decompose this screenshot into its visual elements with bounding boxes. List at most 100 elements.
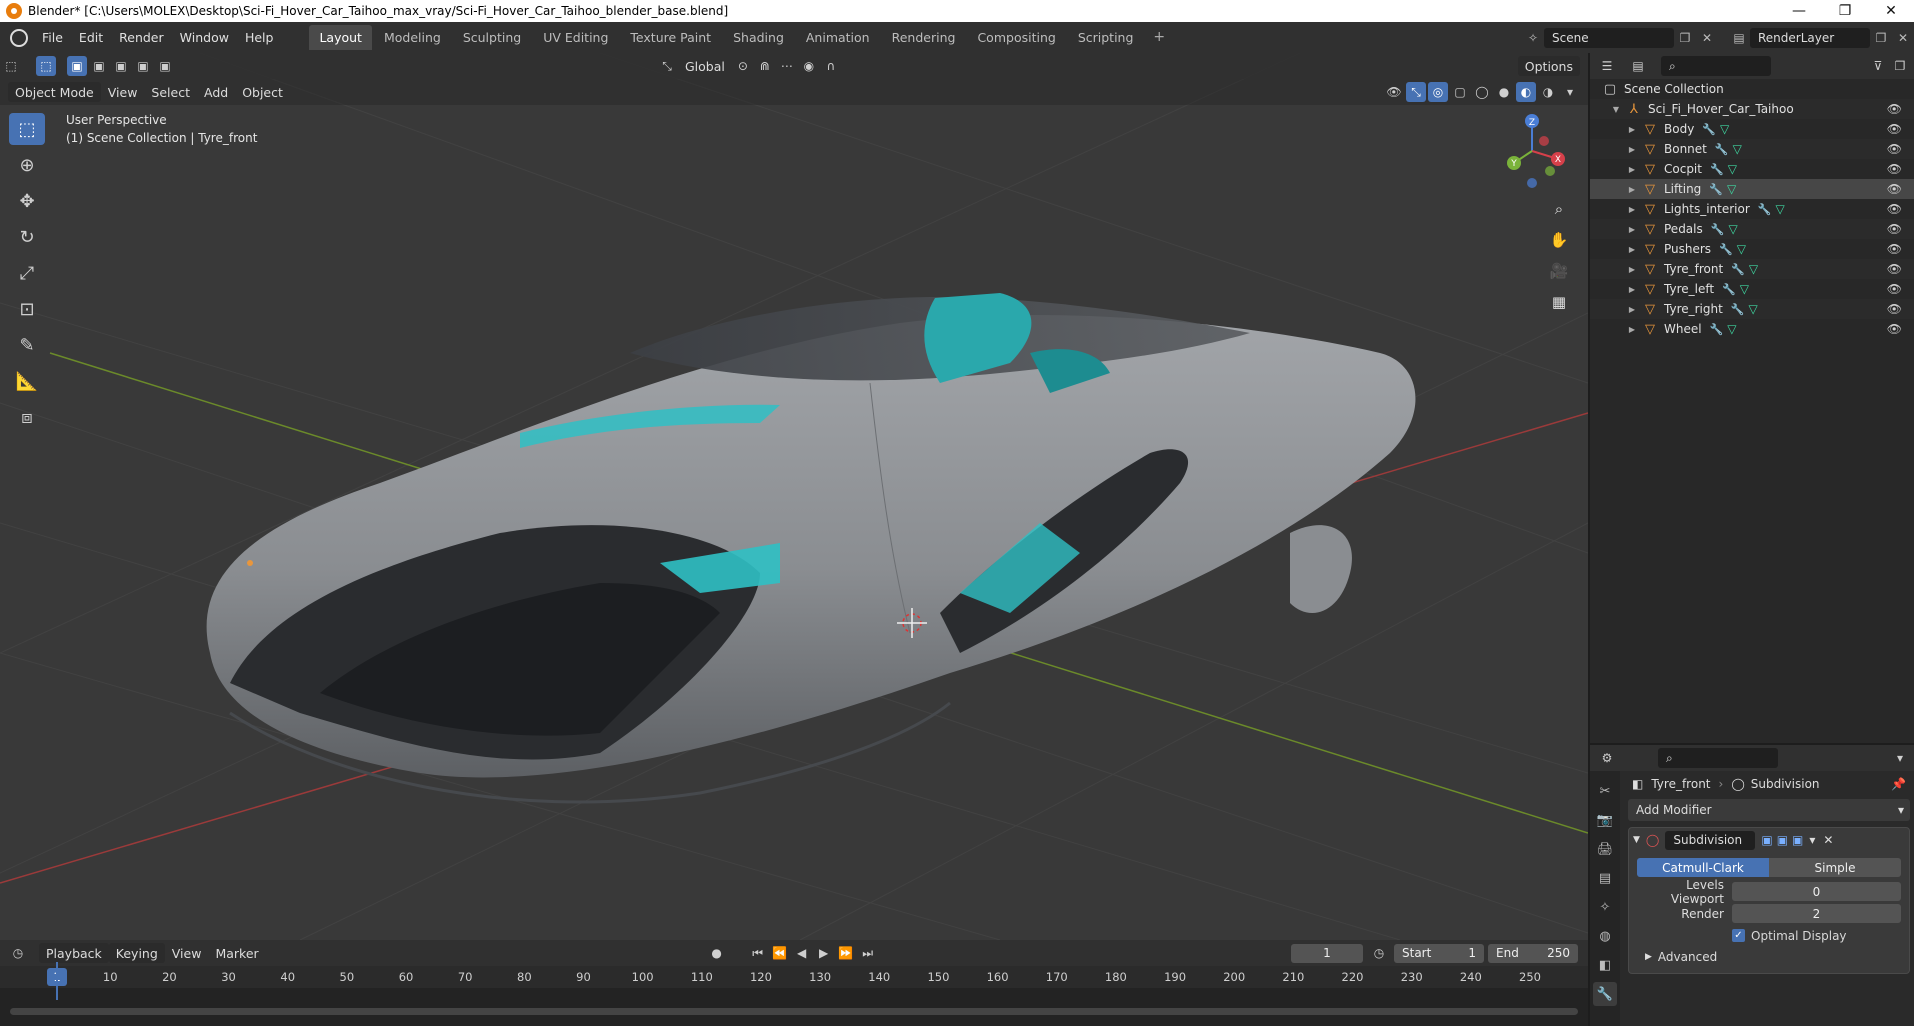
frame-ruler[interactable]: 1 10203040506070809010011012013014015016… (0, 966, 1588, 988)
visibility-eye-icon[interactable]: 👁 (1887, 222, 1902, 236)
visibility-icon[interactable]: 👁 (1384, 82, 1404, 102)
gizmo-toggle-icon[interactable]: ⤡ (1406, 82, 1426, 102)
scene-name-field[interactable]: Scene (1544, 27, 1674, 48)
outliner-editor-icon[interactable]: ☰ (1597, 56, 1617, 76)
modifier-tab-icon[interactable]: 🔧 (1593, 982, 1617, 1006)
navigation-gizmo[interactable]: Z X Y (1492, 111, 1572, 191)
blender-menu-icon[interactable] (10, 28, 28, 47)
tab-compositing[interactable]: Compositing (967, 25, 1065, 50)
modifier-wrench-icon[interactable]: 🔧 (1731, 303, 1745, 316)
render-layer-icon[interactable]: ▤ (1728, 28, 1750, 48)
editor-type-icon[interactable]: ⬚ (1, 56, 21, 76)
menu-select[interactable]: Select (144, 82, 197, 102)
levels-viewport-field[interactable]: 0 (1732, 882, 1901, 901)
tab-scripting[interactable]: Scripting (1068, 25, 1144, 50)
pivot-point-icon[interactable]: ⊙ (733, 56, 753, 76)
select-subtract-icon[interactable]: ▣ (111, 56, 131, 76)
outliner-item-tyre-front[interactable]: ▶ ▽ Tyre_front 🔧 ▽ 👁 (1590, 259, 1914, 279)
modifier-wrench-icon[interactable]: 🔧 (1731, 263, 1745, 276)
modifier-name-field[interactable]: Subdivision (1665, 830, 1756, 850)
preview-range-icon[interactable]: ◷ (1369, 943, 1389, 963)
mesh-data-icon[interactable]: ▽ (1749, 262, 1758, 276)
annotate-tool-icon[interactable]: ✎ (9, 329, 45, 361)
mesh-data-icon[interactable]: ▽ (1775, 202, 1784, 216)
tab-animation[interactable]: Animation (796, 25, 880, 50)
modifier-wrench-icon[interactable]: 🔧 (1715, 143, 1729, 156)
outliner-item-lights-interior[interactable]: ▶ ▽ Lights_interior 🔧 ▽ 👁 (1590, 199, 1914, 219)
tool-tab-icon[interactable]: ✂ (1593, 779, 1617, 803)
material-shading-icon[interactable]: ◐ (1516, 82, 1536, 102)
mesh-data-icon[interactable]: ▽ (1720, 122, 1729, 136)
visibility-eye-icon[interactable]: 👁 (1887, 302, 1902, 316)
measure-tool-icon[interactable]: 📐 (9, 365, 45, 397)
menu-edit[interactable]: Edit (71, 30, 111, 45)
render-toggle-icon[interactable]: ▣ (1792, 833, 1803, 847)
scale-tool-icon[interactable]: ⤢ (9, 257, 45, 289)
select-intersect-icon[interactable]: ▣ (155, 56, 175, 76)
tab-texture-paint[interactable]: Texture Paint (620, 25, 721, 50)
ortho-grid-icon[interactable]: ▦ (1545, 288, 1573, 316)
add-workspace-icon[interactable]: + (1145, 25, 1173, 50)
mode-dropdown[interactable]: Object Mode (8, 82, 101, 102)
mesh-data-icon[interactable]: ▽ (1740, 282, 1749, 296)
add-cube-tool-icon[interactable]: ⧈ (9, 401, 45, 433)
start-frame-field[interactable]: Start 1 (1394, 943, 1484, 963)
visibility-eye-icon[interactable]: 👁 (1887, 182, 1902, 196)
visibility-eye-icon[interactable]: 👁 (1887, 322, 1902, 336)
move-tool-icon[interactable]: ✥ (9, 185, 45, 217)
play-reverse-icon[interactable]: ◀ (792, 943, 812, 963)
render-levels-field[interactable]: 2 (1732, 904, 1901, 923)
minimize-button[interactable]: — (1776, 0, 1822, 22)
modifier-wrench-icon[interactable]: 🔧 (1722, 283, 1736, 296)
falloff-icon[interactable]: ∩ (821, 56, 841, 76)
xray-icon[interactable]: ▢ (1450, 82, 1470, 102)
menu-object[interactable]: Object (235, 82, 290, 102)
catmull-clark-button[interactable]: Catmull-Clark (1637, 858, 1769, 877)
add-modifier-dropdown[interactable]: Add Modifier ▾ (1628, 799, 1910, 821)
tab-layout[interactable]: Layout (309, 25, 372, 50)
timeline-editor-icon[interactable]: ◷ (8, 943, 28, 963)
camera-view-icon[interactable]: 🎥 (1545, 257, 1573, 285)
scene-icon[interactable]: ✧ (1522, 28, 1544, 48)
mesh-data-icon[interactable]: ▽ (1749, 302, 1758, 316)
menu-keying[interactable]: Keying (108, 943, 165, 963)
overlay-toggle-icon[interactable]: ◎ (1428, 82, 1448, 102)
modifier-menu-icon[interactable]: ▾ (1809, 833, 1815, 847)
menu-render[interactable]: Render (111, 30, 172, 45)
outliner-item-wheel[interactable]: ▶ ▽ Wheel 🔧 ▽ 👁 (1590, 319, 1914, 339)
collapse-arrow-icon[interactable]: ▼ (1633, 835, 1640, 845)
render-layer-field[interactable]: RenderLayer (1750, 27, 1870, 48)
wireframe-shading-icon[interactable]: ◯ (1472, 82, 1492, 102)
select-extend-icon[interactable]: ▣ (89, 56, 109, 76)
visibility-eye-icon[interactable]: 👁 (1887, 122, 1902, 136)
solid-shading-icon[interactable]: ● (1494, 82, 1514, 102)
select-tool-icon[interactable]: ⬚ (9, 113, 45, 145)
jump-end-icon[interactable]: ⏭ (858, 943, 878, 963)
output-tab-icon[interactable]: 🖨 (1593, 837, 1617, 861)
select-new-icon[interactable]: ▣ (67, 56, 87, 76)
menu-file[interactable]: File (34, 30, 71, 45)
mesh-data-icon[interactable]: ▽ (1728, 222, 1737, 236)
menu-window[interactable]: Window (172, 30, 237, 45)
visibility-eye-icon[interactable]: 👁 (1887, 202, 1902, 216)
menu-view[interactable]: View (101, 82, 145, 102)
tab-shading[interactable]: Shading (723, 25, 794, 50)
tab-uv-editing[interactable]: UV Editing (533, 25, 618, 50)
properties-options-icon[interactable]: ▾ (1890, 748, 1910, 768)
record-icon[interactable]: ● (707, 943, 727, 963)
visibility-eye-icon[interactable]: 👁 (1887, 102, 1902, 116)
scene-tab-icon[interactable]: ✧ (1593, 895, 1617, 919)
zoom-icon[interactable]: ⌕ (1545, 195, 1573, 223)
rendered-shading-icon[interactable]: ◑ (1538, 82, 1558, 102)
snap-icon[interactable]: ⋒ (755, 56, 775, 76)
expand-arrow-icon[interactable]: ▶ (1626, 325, 1638, 334)
rotate-tool-icon[interactable]: ↻ (9, 221, 45, 253)
expand-arrow-icon[interactable]: ▶ (1626, 285, 1638, 294)
mesh-data-icon[interactable]: ▽ (1727, 182, 1736, 196)
orientation-icon[interactable]: ⤡ (657, 56, 677, 76)
modifier-wrench-icon[interactable]: 🔧 (1719, 243, 1733, 256)
maximize-button[interactable]: ❐ (1822, 0, 1868, 22)
menu-help[interactable]: Help (237, 30, 282, 45)
current-frame-field[interactable]: 1 (1291, 943, 1363, 963)
transform-tool-icon[interactable]: ⊡ (9, 293, 45, 325)
